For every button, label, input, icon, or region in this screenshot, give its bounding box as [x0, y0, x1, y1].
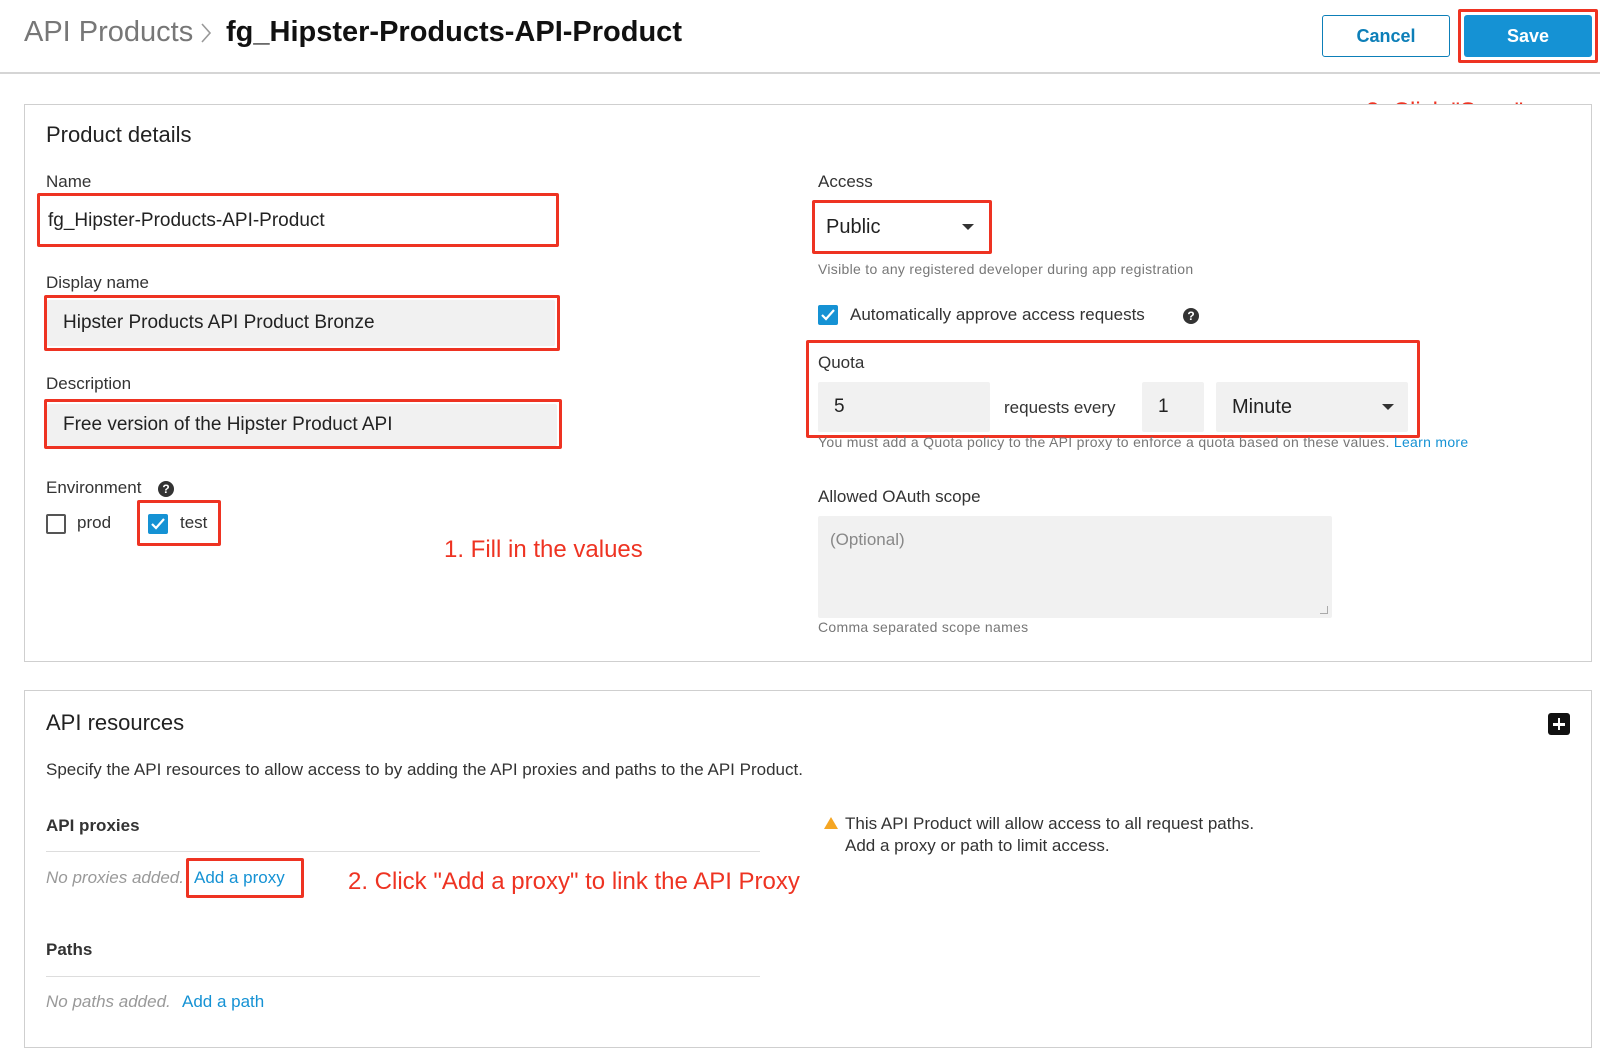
api-resources-description: Specify the API resources to allow acces… — [46, 760, 803, 779]
breadcrumb-root[interactable]: API Products — [24, 16, 193, 49]
checkmark-icon — [821, 309, 835, 321]
api-proxies-label: API proxies — [46, 816, 140, 835]
env-prod-checkbox[interactable] — [46, 514, 66, 534]
save-button[interactable]: Save — [1464, 15, 1592, 57]
oauth-scope-textarea[interactable]: (Optional) — [818, 516, 1332, 618]
access-label: Access — [818, 172, 873, 191]
annotation-step2: 2. Click "Add a proxy" to link the API P… — [348, 868, 800, 895]
auto-approve-label: Automatically approve access requests — [850, 305, 1145, 324]
proxies-row: No proxies added. — [46, 868, 184, 888]
quota-interval-input[interactable]: 1 — [1142, 382, 1204, 432]
chevron-down-icon — [1382, 404, 1394, 410]
env-test-label: test — [180, 513, 208, 532]
chevron-right-icon — [201, 23, 212, 43]
top-bar: API Products fg_Hipster-Products-API-Pro… — [0, 0, 1600, 74]
checkmark-icon — [151, 518, 165, 530]
env-prod-label: prod — [77, 513, 112, 532]
warning-line1: This API Product will allow access to al… — [845, 814, 1255, 833]
no-paths-text: No paths added. — [46, 992, 171, 1011]
paths-label: Paths — [46, 940, 93, 959]
quota-unit-select[interactable]: Minute — [1216, 382, 1408, 432]
quota-hint-text: You must add a Quota policy to the API p… — [818, 434, 1390, 450]
description-field[interactable]: Free version of the Hipster Product API — [47, 404, 557, 446]
proxies-divider — [46, 851, 760, 852]
warning-line2: Add a proxy or path to limit access. — [845, 836, 1110, 855]
name-label: Name — [46, 172, 92, 191]
quota-label: Quota — [818, 353, 865, 372]
name-field[interactable]: fg_Hipster-Products-API-Product — [40, 196, 558, 246]
oauth-placeholder: (Optional) — [830, 530, 905, 549]
quota-value-input[interactable]: 5 — [818, 382, 990, 432]
environment-label: Environment — [46, 478, 142, 497]
api-resources-heading: API resources — [46, 710, 185, 735]
quota-unit-value: Minute — [1232, 395, 1293, 418]
env-test-checkbox[interactable] — [148, 514, 168, 534]
no-proxies-text: No proxies added. — [46, 868, 184, 887]
warning-icon — [824, 817, 838, 829]
resize-handle-icon[interactable] — [1320, 606, 1328, 614]
add-path-link[interactable]: Add a path — [182, 992, 264, 1012]
access-hint: Visible to any registered developer duri… — [818, 261, 1194, 277]
quota-interval-value: 1 — [1158, 396, 1169, 417]
add-resource-icon[interactable] — [1548, 713, 1570, 735]
annotation-step1: 1. Fill in the values — [444, 536, 643, 563]
learn-more-link[interactable]: Learn more — [1394, 434, 1469, 450]
description-label: Description — [46, 374, 132, 393]
name-value: fg_Hipster-Products-API-Product — [48, 210, 325, 231]
product-details-heading: Product details — [46, 122, 192, 147]
paths-row: No paths added. — [46, 992, 171, 1012]
paths-divider — [46, 976, 760, 977]
auto-approve-checkbox[interactable] — [818, 305, 838, 325]
oauth-label: Allowed OAuth scope — [818, 487, 981, 506]
quota-requests-every-label: requests every — [1004, 398, 1116, 417]
add-proxy-link[interactable]: Add a proxy — [194, 868, 285, 888]
display-name-label: Display name — [46, 273, 149, 292]
oauth-hint: Comma separated scope names — [818, 619, 1029, 635]
cancel-button[interactable]: Cancel — [1322, 15, 1450, 57]
page-title: fg_Hipster-Products-API-Product — [226, 16, 682, 48]
access-value: Public — [826, 215, 881, 238]
environment-help-icon[interactable]: ? — [158, 481, 174, 497]
display-name-field[interactable]: Hipster Products API Product Bronze — [47, 300, 555, 346]
auto-approve-help-icon[interactable]: ? — [1183, 308, 1199, 324]
access-select[interactable]: Public — [818, 204, 988, 250]
display-name-value: Hipster Products API Product Bronze — [63, 312, 375, 333]
chevron-down-icon — [962, 224, 974, 230]
quota-value: 5 — [834, 396, 845, 417]
quota-hint: You must add a Quota policy to the API p… — [818, 434, 1468, 450]
description-value: Free version of the Hipster Product API — [63, 414, 393, 435]
